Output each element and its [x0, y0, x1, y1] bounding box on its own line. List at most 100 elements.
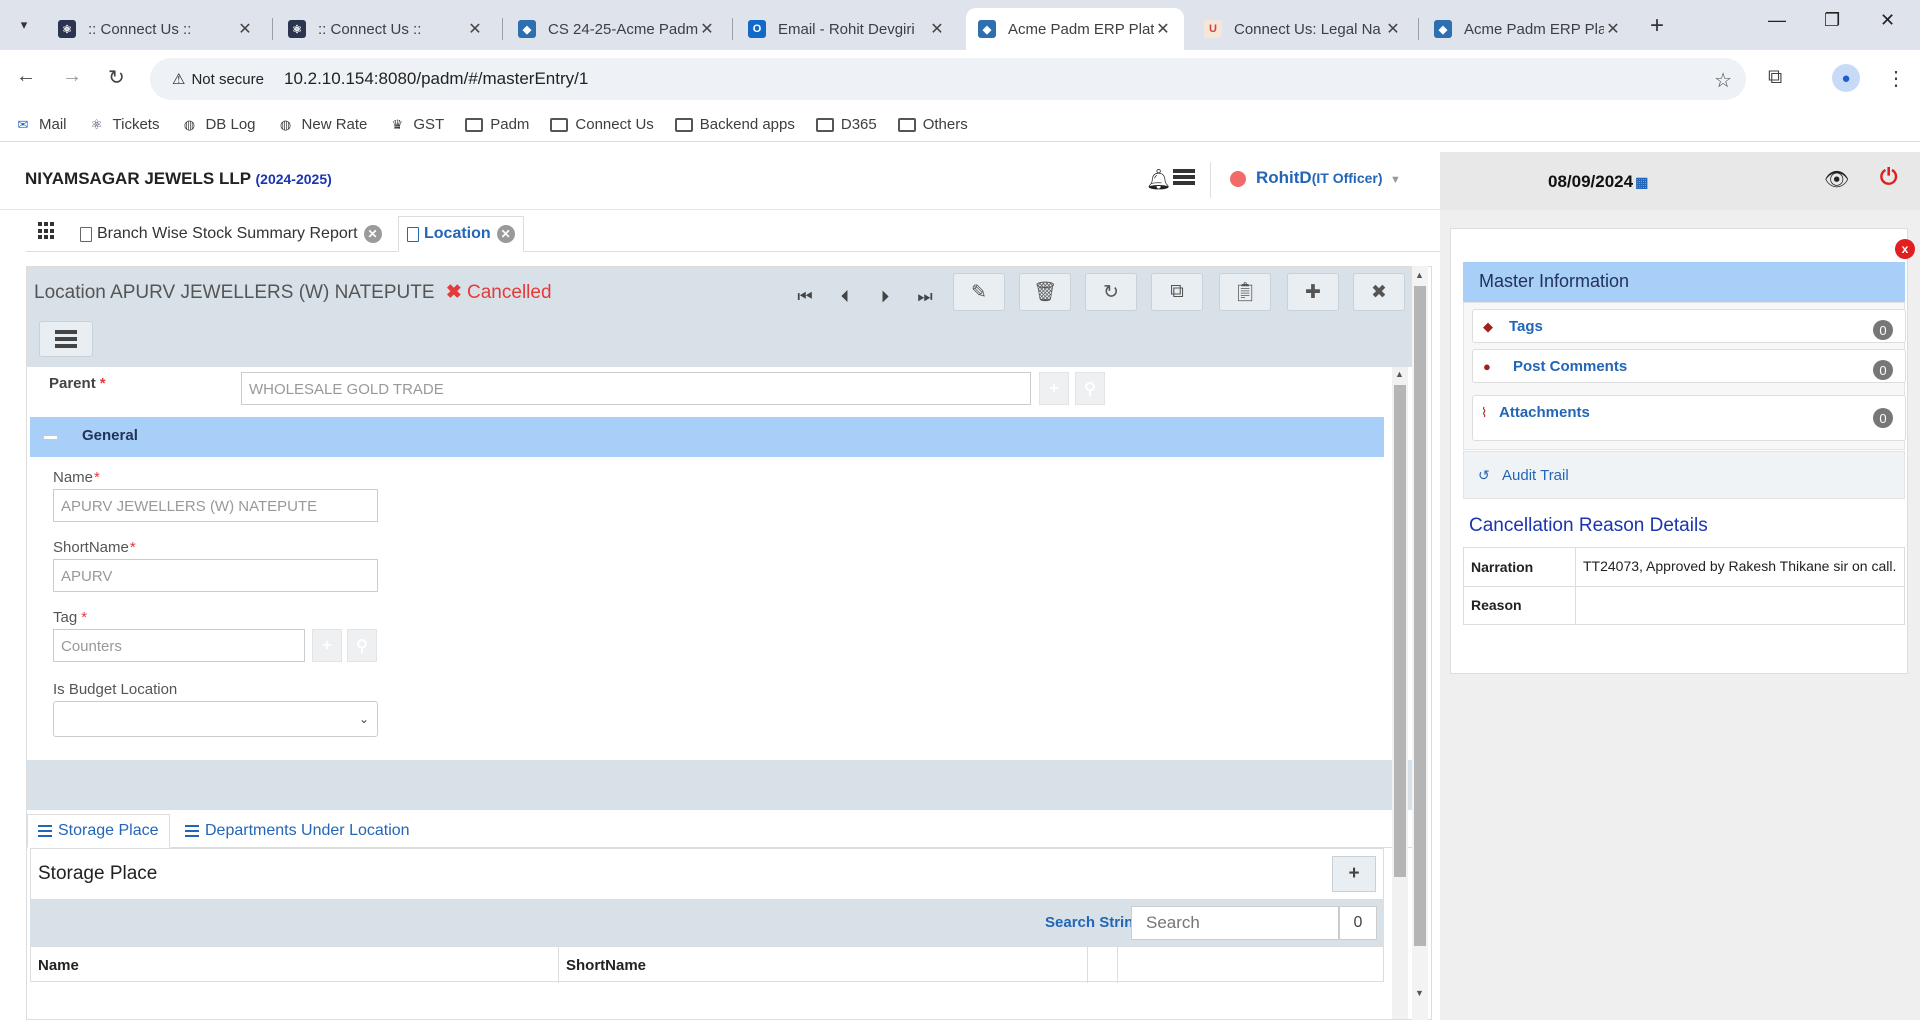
- tag-add-button[interactable]: +: [312, 629, 342, 662]
- security-chip[interactable]: ⚠ Not secure: [162, 66, 274, 92]
- new-tab-button[interactable]: +: [1650, 12, 1664, 40]
- master-info-post-comments[interactable]: ● Post Comments 0: [1472, 349, 1906, 383]
- is-budget-location-select[interactable]: ⌄: [53, 701, 378, 737]
- bell-icon[interactable]: 🔔︎: [1146, 167, 1171, 192]
- copy-button[interactable]: ⧉: [1151, 273, 1203, 311]
- required-marker: *: [94, 469, 100, 486]
- bookmark-padm[interactable]: Padm: [465, 116, 529, 133]
- column-header-shortname[interactable]: ShortName: [559, 947, 1088, 983]
- tab-departments-under-location[interactable]: Departments Under Location: [175, 814, 420, 848]
- close-panel-button[interactable]: x: [1895, 239, 1915, 259]
- collapse-icon[interactable]: [44, 436, 57, 439]
- close-form-button[interactable]: ✖: [1353, 273, 1405, 311]
- first-record-icon[interactable]: ⏮: [789, 279, 821, 315]
- scrollbar-thumb[interactable]: [1414, 286, 1426, 946]
- user-menu[interactable]: RohitD(IT Officer): [1256, 168, 1383, 188]
- browser-tab-2[interactable]: ⚛ :: Connect Us :: ✕: [276, 8, 496, 50]
- close-icon[interactable]: ✕: [1154, 19, 1172, 39]
- power-icon[interactable]: ⏻: [1880, 164, 1897, 190]
- parent-field[interactable]: WHOLESALE GOLD TRADE: [241, 372, 1031, 405]
- parent-search-button[interactable]: ⚲: [1075, 372, 1105, 405]
- eye-slash-icon[interactable]: 👁︎: [1824, 167, 1849, 192]
- server-stack-icon[interactable]: [1173, 169, 1195, 187]
- minimize-button[interactable]: —: [1768, 10, 1786, 31]
- tag-search-button[interactable]: ⚲: [347, 629, 377, 662]
- bookmark-db-log[interactable]: ◍ DB Log: [180, 116, 256, 133]
- bookmark-d365[interactable]: D365: [815, 116, 877, 133]
- close-icon[interactable]: ✕: [466, 19, 484, 39]
- bookmark-connect-us[interactable]: Connect Us: [550, 116, 654, 133]
- section-general-header[interactable]: General: [30, 417, 1384, 457]
- tab-branch-wise-stock-summary[interactable]: Branch Wise Stock Summary Report ✕: [72, 216, 390, 252]
- bookmark-mail[interactable]: ✉ Mail: [14, 116, 67, 133]
- tag-field[interactable]: Counters: [53, 629, 305, 662]
- delete-button[interactable]: 🗑︎: [1019, 273, 1071, 311]
- chevron-down-icon[interactable]: ▼: [1390, 174, 1401, 186]
- menu-kebab-icon[interactable]: ⋮: [1886, 66, 1906, 91]
- browser-tab-7[interactable]: ◆ Acme Padm ERP Plat ✕: [1422, 8, 1634, 50]
- restore-button[interactable]: ❐: [1824, 10, 1840, 31]
- tab-location[interactable]: Location ✕: [398, 216, 524, 252]
- list-view-button[interactable]: [39, 321, 93, 357]
- window-close-button[interactable]: ✕: [1880, 10, 1895, 31]
- close-icon[interactable]: ✕: [698, 19, 716, 39]
- browser-tab-4[interactable]: O Email - Rohit Devgiri ✕: [736, 8, 958, 50]
- bookmark-tickets[interactable]: ⚛ Tickets: [88, 116, 160, 133]
- previous-record-icon[interactable]: ⏴: [829, 279, 861, 315]
- emblem-icon: ♛: [391, 116, 404, 132]
- browser-tab-1[interactable]: ⚛ :: Connect Us :: ✕: [46, 8, 266, 50]
- forward-arrow-icon[interactable]: →: [62, 65, 82, 88]
- bookmark-star-icon[interactable]: ☆: [1714, 68, 1732, 93]
- column-header-name[interactable]: Name: [31, 947, 559, 983]
- document-icon: [80, 226, 92, 242]
- outer-scrollbar[interactable]: ▲ ▼: [1412, 266, 1428, 1020]
- scrollbar-thumb[interactable]: [1394, 385, 1406, 877]
- parent-add-button[interactable]: +: [1039, 372, 1069, 405]
- bookmark-others[interactable]: Others: [897, 116, 968, 133]
- scroll-up-icon[interactable]: ▲: [1415, 270, 1424, 280]
- close-icon[interactable]: ✕: [1604, 19, 1622, 39]
- calendar-icon[interactable]: ▦: [1635, 174, 1648, 190]
- close-icon[interactable]: ✕: [363, 225, 382, 243]
- section-title: General: [82, 427, 138, 444]
- refresh-button[interactable]: ↻: [1085, 273, 1137, 311]
- paste-button[interactable]: 📋︎: [1219, 273, 1271, 311]
- bookmark-backend-apps[interactable]: Backend apps: [674, 116, 795, 133]
- close-icon[interactable]: ✕: [236, 19, 254, 39]
- count-badge: 0: [1873, 360, 1893, 380]
- search-input[interactable]: [1131, 906, 1339, 940]
- tab-search-button[interactable]: ▾: [10, 12, 38, 38]
- extensions-icon[interactable]: ⧉: [1768, 66, 1782, 89]
- browser-tab-5-active[interactable]: ◆ Acme Padm ERP Plat ✕: [966, 8, 1184, 50]
- add-storage-place-button[interactable]: +: [1332, 856, 1376, 892]
- scroll-down-icon[interactable]: ▼: [1415, 988, 1424, 998]
- url-text[interactable]: 10.2.10.154:8080/padm/#/masterEntry/1: [284, 69, 588, 89]
- last-record-icon[interactable]: ⏭: [909, 279, 941, 315]
- browser-tab-3[interactable]: ◆ CS 24-25-Acme Padm ✕: [506, 8, 728, 50]
- inner-scrollbar[interactable]: ▲: [1392, 367, 1408, 1019]
- close-icon[interactable]: ✕: [496, 225, 515, 243]
- date-display[interactable]: 08/09/2024 ▦: [1548, 172, 1648, 192]
- bookmark-gst[interactable]: ♛ GST: [388, 116, 445, 133]
- add-button[interactable]: ✚: [1287, 273, 1339, 311]
- profile-avatar[interactable]: ●: [1832, 64, 1860, 92]
- scroll-up-icon[interactable]: ▲: [1395, 369, 1404, 379]
- next-record-icon[interactable]: ⏵: [869, 279, 901, 315]
- audit-trail-link[interactable]: ↺ Audit Trail: [1463, 451, 1905, 499]
- reload-icon[interactable]: ↻: [108, 65, 125, 90]
- tab-storage-place[interactable]: Storage Place: [27, 814, 170, 848]
- edit-button[interactable]: ✎: [953, 273, 1005, 311]
- close-icon[interactable]: ✕: [1384, 19, 1402, 39]
- master-info-tags[interactable]: ◆ Tags 0: [1472, 309, 1906, 343]
- master-info-attachments[interactable]: ⌇ Attachments 0: [1472, 395, 1906, 441]
- back-arrow-icon[interactable]: ←: [16, 65, 36, 88]
- apps-grid-icon[interactable]: [38, 222, 56, 240]
- close-icon[interactable]: ✕: [928, 19, 946, 39]
- short-name-field[interactable]: APURV: [53, 559, 378, 592]
- short-name-label: ShortName*: [53, 539, 136, 556]
- address-bar[interactable]: ⚠ Not secure 10.2.10.154:8080/padm/#/mas…: [150, 58, 1746, 100]
- browser-tab-title: Acme Padm ERP Plat: [1464, 20, 1604, 38]
- bookmark-new-rate[interactable]: ◍ New Rate: [277, 116, 368, 133]
- name-field[interactable]: APURV JEWELLERS (W) NATEPUTE: [53, 489, 378, 522]
- browser-tab-6[interactable]: U Connect Us: Legal Na ✕: [1192, 8, 1414, 50]
